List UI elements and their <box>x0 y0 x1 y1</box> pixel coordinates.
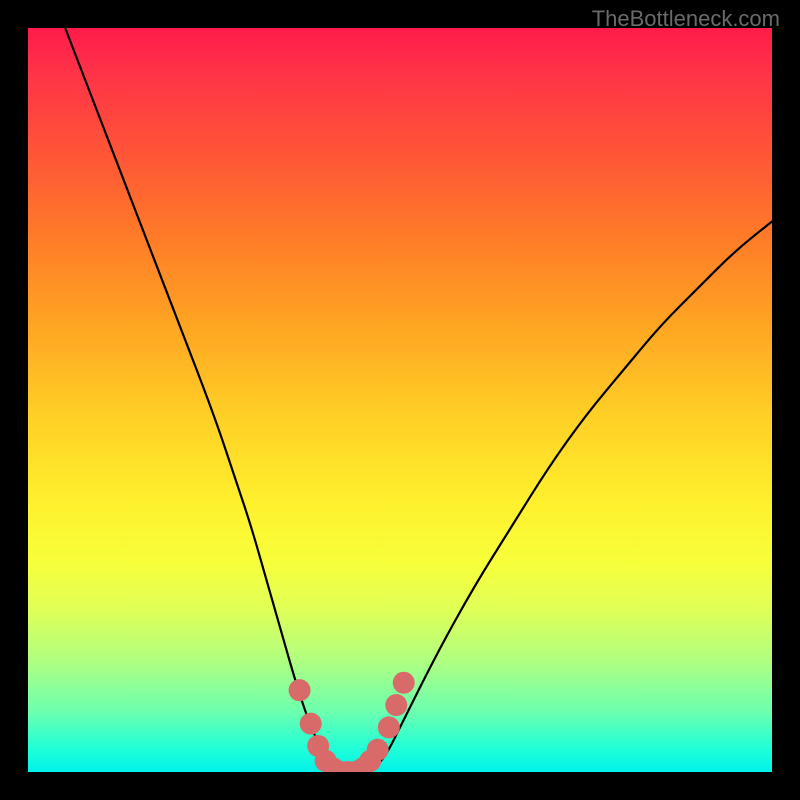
watermark-text: TheBottleneck.com <box>592 6 780 32</box>
highlight-dot <box>289 679 311 701</box>
chart-plot-area <box>28 28 772 772</box>
chart-svg <box>28 28 772 772</box>
highlight-dot <box>300 713 322 735</box>
highlight-dots-group <box>289 672 415 772</box>
highlight-dot <box>393 672 415 694</box>
highlight-dot <box>378 716 400 738</box>
highlight-dot <box>385 694 407 716</box>
bottleneck-curve-path <box>65 28 772 772</box>
highlight-dot <box>367 739 389 761</box>
